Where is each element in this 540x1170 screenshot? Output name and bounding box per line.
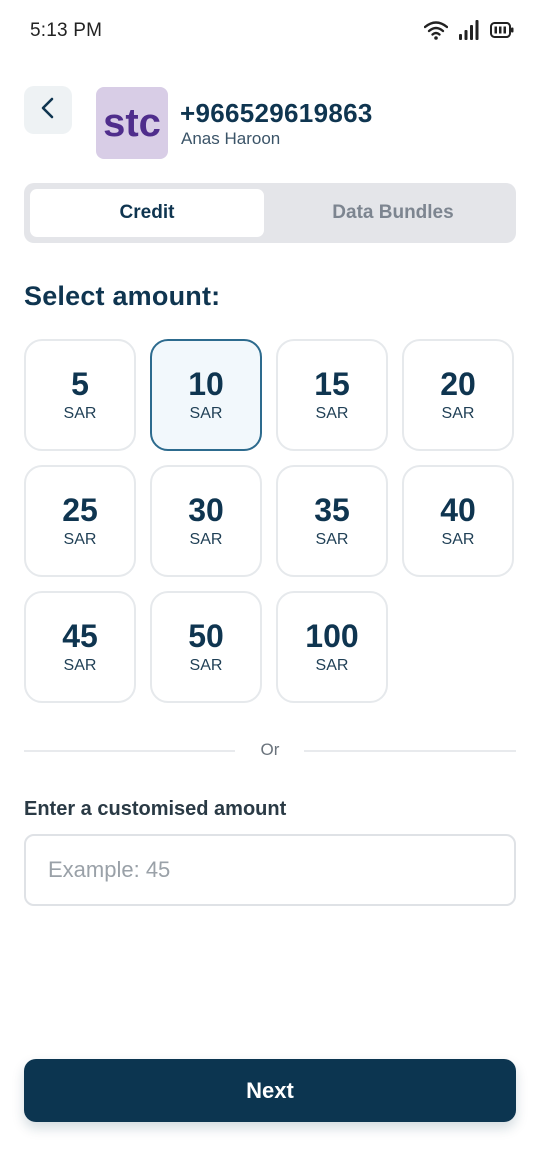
- amount-grid: 5 SAR 10 SAR 15 SAR 20 SAR 25 SAR 30 SAR…: [24, 339, 516, 703]
- amount-currency: SAR: [441, 531, 475, 548]
- amount-currency: SAR: [189, 531, 223, 548]
- amount-option[interactable]: 25 SAR: [24, 465, 136, 577]
- operator-logo: stc: [96, 87, 168, 159]
- or-divider-text: Or: [260, 740, 280, 759]
- amount-option[interactable]: 45 SAR: [24, 591, 136, 703]
- amount-currency: SAR: [441, 405, 475, 422]
- amount-value: 45: [62, 618, 98, 654]
- amount-value: 50: [188, 618, 224, 654]
- amount-option[interactable]: 35 SAR: [276, 465, 388, 577]
- phone-number: +966529619863: [180, 98, 373, 128]
- amount-value: 100: [305, 618, 359, 654]
- amount-value: 25: [62, 492, 98, 528]
- custom-amount-label: Enter a customised amount: [24, 798, 287, 820]
- amount-option[interactable]: 100 SAR: [276, 591, 388, 703]
- amount-currency: SAR: [63, 657, 97, 674]
- select-amount-heading: Select amount:: [24, 281, 221, 311]
- contact-name: Anas Haroon: [181, 129, 281, 148]
- next-button[interactable]: Next: [24, 1059, 516, 1122]
- amount-currency: SAR: [315, 405, 349, 422]
- amount-value: 40: [440, 492, 476, 528]
- amount-value: 15: [314, 366, 350, 402]
- amount-value: 30: [188, 492, 224, 528]
- wifi-icon: [424, 20, 448, 40]
- amount-option[interactable]: 10 SAR: [150, 339, 262, 451]
- status-time: 5:13 PM: [30, 20, 103, 41]
- back-button[interactable]: [24, 86, 72, 134]
- amount-currency: SAR: [189, 657, 223, 674]
- amount-value: 5: [71, 366, 89, 402]
- amount-currency: SAR: [63, 405, 97, 422]
- custom-amount-input[interactable]: [24, 834, 516, 906]
- status-bar: 5:13 PM: [0, 0, 540, 64]
- amount-currency: SAR: [315, 657, 349, 674]
- chevron-left-icon: [39, 96, 57, 125]
- amount-option[interactable]: 5 SAR: [24, 339, 136, 451]
- tab-credit[interactable]: Credit: [30, 189, 264, 237]
- divider-line-left: [24, 750, 235, 752]
- amount-option[interactable]: 20 SAR: [402, 339, 514, 451]
- top-up-screen: 5:13 PM stc +966529619863 Anas Haroon Cr…: [0, 0, 540, 1170]
- status-icons: [424, 20, 514, 40]
- signal-icon: [458, 20, 480, 40]
- amount-value: 20: [440, 366, 476, 402]
- amount-value: 35: [314, 492, 350, 528]
- tab-data-bundles[interactable]: Data Bundles: [276, 189, 510, 237]
- battery-icon: [490, 21, 514, 39]
- divider-line-right: [304, 750, 516, 752]
- amount-option[interactable]: 50 SAR: [150, 591, 262, 703]
- amount-value: 10: [188, 366, 224, 402]
- amount-currency: SAR: [189, 405, 223, 422]
- amount-option[interactable]: 30 SAR: [150, 465, 262, 577]
- tab-bar: Credit Data Bundles: [24, 183, 516, 243]
- amount-option[interactable]: 15 SAR: [276, 339, 388, 451]
- amount-currency: SAR: [63, 531, 97, 548]
- logo-text: stc: [103, 103, 161, 143]
- amount-currency: SAR: [315, 531, 349, 548]
- amount-option[interactable]: 40 SAR: [402, 465, 514, 577]
